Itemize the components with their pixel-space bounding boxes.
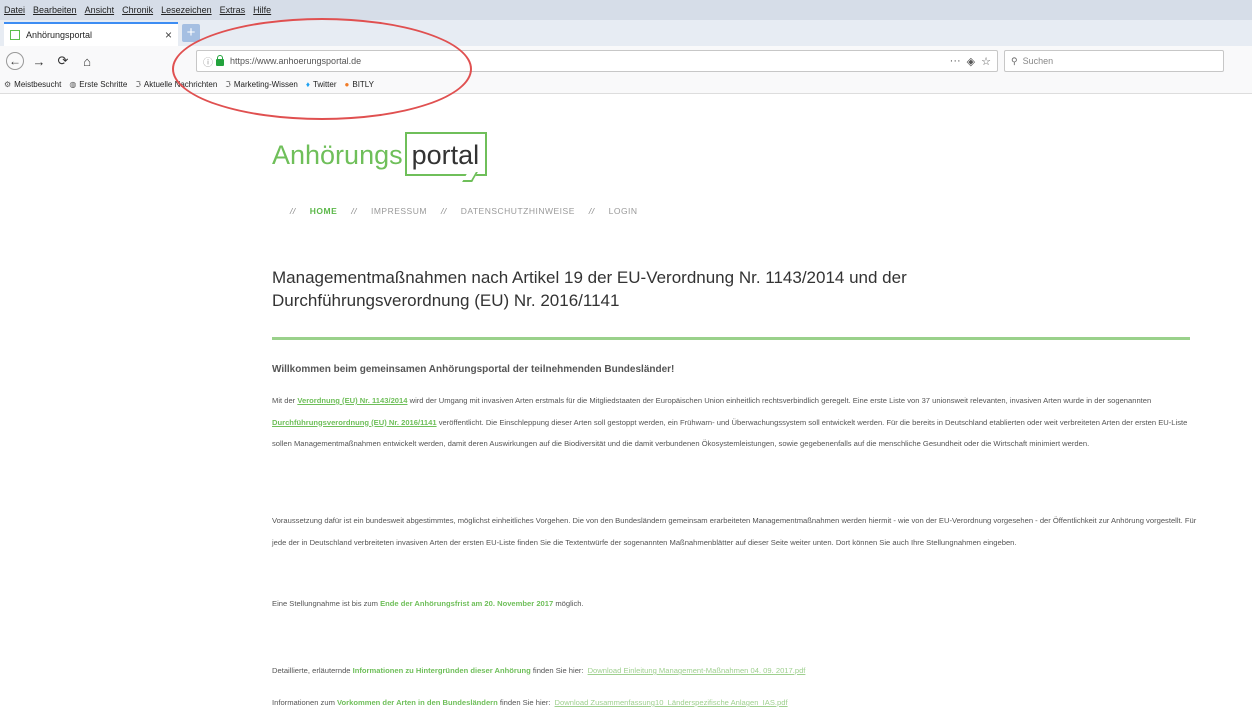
menu-edit[interactable]: Bearbeiten [33,5,77,15]
nav-separator: // [351,206,357,216]
tab-bar: Anhörungsportal × + [0,20,1252,46]
site-favicon-icon [10,30,20,40]
site-logo[interactable]: Anhörungs portal [272,132,488,182]
close-tab-icon[interactable]: × [165,28,172,42]
bookmark-bitly[interactable]: ● BITLY [345,80,374,89]
menu-bookmarks[interactable]: Lesezeichen [161,5,212,15]
search-placeholder: Suchen [1022,56,1054,66]
nav-separator: // [440,206,447,216]
background-info-paragraph: Detaillierte, erläuternde Informationen … [272,666,806,675]
bookmark-most-visited[interactable]: ⚙ Meistbesucht [4,80,61,89]
bookmark-star-icon[interactable]: ☆ [981,55,991,68]
intro-paragraph: Mit der Verordnung (EU) Nr. 1143/2014 wi… [272,396,1188,448]
menu-file[interactable]: Datei [4,5,25,15]
back-button[interactable]: ← [6,52,24,70]
rss-icon: ℑ [135,80,141,89]
new-tab-button[interactable]: + [182,24,200,42]
home-button[interactable]: ⌂ [78,52,96,70]
rss-icon: ℑ [225,80,231,89]
procedure-paragraph: Voraussetzung dafür ist ein bundesweit a… [272,516,1197,547]
download-summary-link[interactable]: Download Zusammenfassung10_Länderspezifi… [555,698,788,707]
bitly-icon: ● [344,80,350,89]
menu-help[interactable]: Hilfe [253,5,271,15]
gear-icon: ⚙ [4,80,12,89]
bookmark-marketing[interactable]: ℑ Marketing-Wissen [225,80,298,89]
download-introduction-link[interactable]: Download Einleitung Management-Maßnahmen… [588,666,806,675]
logo-text-part1: Anhörungs [272,140,403,170]
menu-tools[interactable]: Extras [220,5,246,15]
globe-icon: ◍ [69,80,77,89]
bookmark-twitter[interactable]: ♦ Twitter [306,80,337,89]
pocket-icon[interactable]: ◈ [967,55,975,68]
url-text[interactable]: https://www.anhoerungsportal.de [230,56,944,66]
menu-history[interactable]: Chronik [122,5,153,15]
twitter-bird-icon: ♦ [305,80,310,89]
divider [272,337,1190,340]
bookmark-first-steps[interactable]: ◍ Erste Schritte [69,80,127,89]
nav-separator: // [588,206,595,216]
logo-text-part2: portal [404,132,488,176]
search-input[interactable]: ⚲ Suchen [1004,50,1224,72]
bookmark-news[interactable]: ℑ Aktuelle Nachrichten [135,80,217,89]
page-actions-icon[interactable]: ··· [950,55,961,67]
deadline-text: Ende der Anhörungsfrist am 20. November … [380,599,554,608]
site-info-icon[interactable]: ⓘ [203,54,213,69]
bookmarks-toolbar: ⚙ Meistbesucht ◍ Erste Schritte ℑ Aktuelle … [0,76,1252,94]
main-navigation: // HOME // IMPRESSUM // DATENSCHUTZHINWE… [290,206,638,216]
nav-item-home[interactable]: HOME [310,206,338,216]
page-title: Managementmaßnahmen nach Artikel 19 der … [272,268,907,310]
address-bar[interactable]: ⓘ https://www.anhoerungsportal.de ··· ◈ … [196,50,998,72]
nav-separator: // [290,206,296,216]
browser-tab[interactable]: Anhörungsportal × [4,22,178,46]
menu-bar: Datei Bearbeiten Ansicht Chronik Lesezei… [0,0,1252,20]
deadline-paragraph: Eine Stellungnahme ist bis zum Ende der … [272,599,584,608]
forward-button[interactable]: → [30,52,48,70]
nav-item-login[interactable]: LOGIN [609,206,638,216]
nav-item-impressum[interactable]: IMPRESSUM [371,206,427,216]
navigation-toolbar: ← → ⟳ ⌂ ⓘ https://www.anhoerungsportal.d… [0,46,1252,76]
implementing-regulation-link[interactable]: Durchführungsverordnung (EU) Nr. 2016/11… [272,418,437,427]
lock-icon [216,54,224,66]
search-icon: ⚲ [1011,55,1018,66]
welcome-heading: Willkommen beim gemeinsamen Anhörungspor… [272,364,675,375]
menu-view[interactable]: Ansicht [85,5,115,15]
reload-button[interactable]: ⟳ [54,52,72,70]
nav-item-datenschutz[interactable]: DATENSCHUTZHINWEISE [461,206,575,216]
tab-title: Anhörungsportal [26,30,93,40]
regulation-link[interactable]: Verordnung (EU) Nr. 1143/2014 [297,396,407,405]
occurrence-info-paragraph: Informationen zum Vorkommen der Arten in… [272,698,788,707]
